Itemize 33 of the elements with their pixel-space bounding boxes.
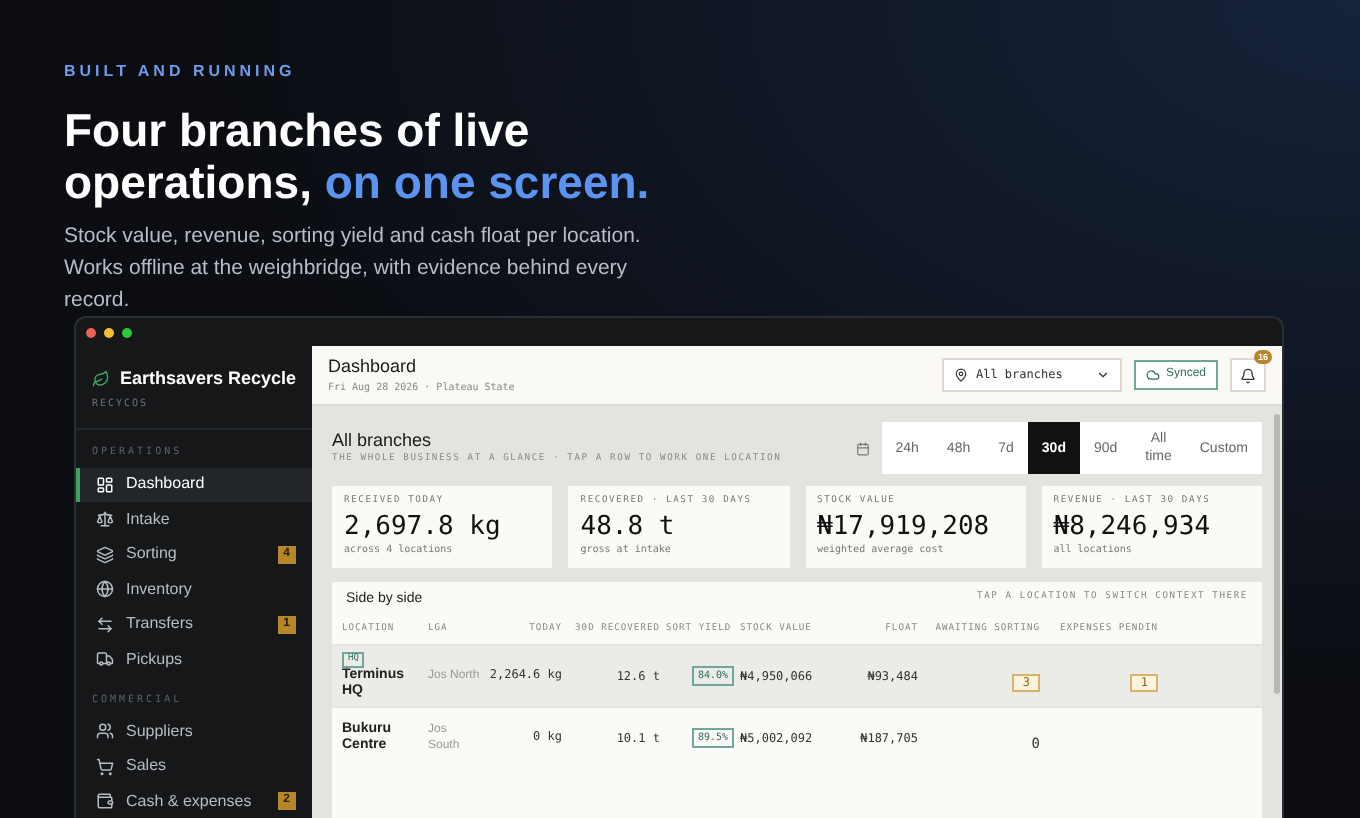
nav-item[interactable]: Intake — [76, 502, 312, 537]
nav-item[interactable]: Sales — [76, 749, 312, 784]
nav-icon — [96, 615, 114, 634]
kpi-value: 2,697.8 kg — [344, 509, 503, 544]
calendar-icon — [855, 441, 870, 455]
kpi-value: ₦17,919,208 — [817, 509, 992, 544]
nav-item[interactable]: Inventory — [76, 572, 312, 607]
notifications-button[interactable] — [1230, 358, 1266, 392]
headline: Four branches of live operations, on one screen. — [64, 104, 652, 208]
kpi-value: ₦8,246,934 — [1053, 509, 1213, 544]
eyebrow-label: BUILT AND RUNNING — [64, 60, 298, 84]
bell-icon — [1240, 367, 1256, 383]
subheading: Stock value, revenue, sorting yield and cash float per location. Works offline at the weighbridge, with evidence behind every record. — [64, 222, 643, 316]
nav-icon — [96, 510, 114, 529]
leaf-icon — [92, 370, 110, 389]
nav-icon — [96, 580, 114, 599]
nav-icon — [96, 792, 114, 811]
page-title: Dashboard — [328, 354, 419, 380]
section-title: All branches — [332, 427, 434, 453]
cloud-icon — [1145, 368, 1160, 382]
nav-item[interactable]: Pickups — [76, 642, 312, 677]
nav-icon — [96, 757, 114, 776]
nav-icon — [96, 650, 114, 669]
nav-icon — [96, 722, 114, 741]
chevron-icon — [1095, 368, 1110, 382]
brand-name: Earthsavers Recycle — [119, 366, 296, 392]
pin-icon — [953, 368, 968, 382]
nav-item[interactable]: Dashboard — [76, 467, 312, 502]
scrollbar[interactable] — [1274, 414, 1280, 694]
nav-item[interactable]: Suppliers — [76, 714, 312, 749]
nav-icon — [96, 475, 114, 494]
kpi-value: 48.8 t — [580, 509, 677, 544]
nav-icon — [96, 545, 114, 564]
